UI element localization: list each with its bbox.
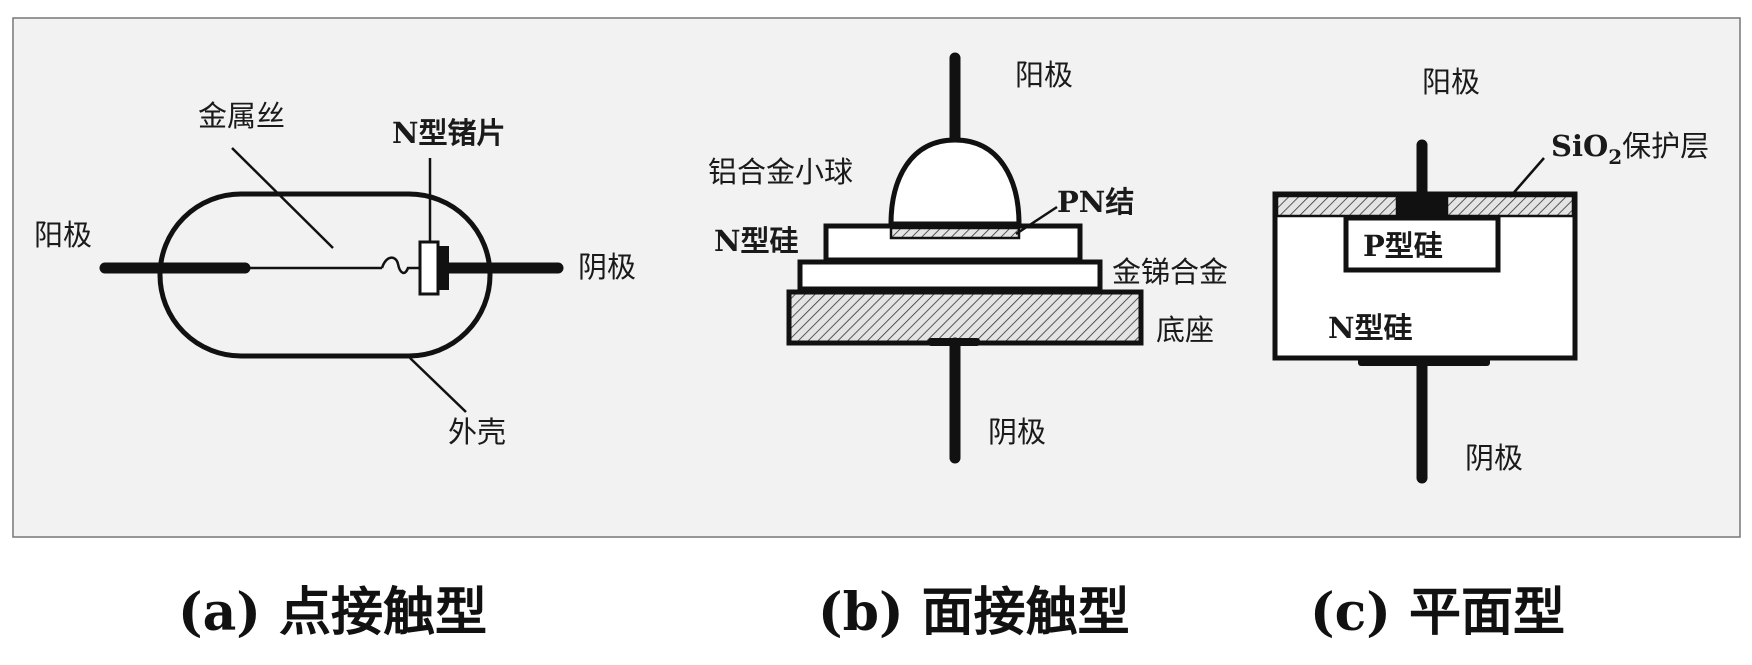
label-cathode-a: 阴极 — [578, 250, 636, 284]
label-al-ball: 铝合金小球 — [708, 155, 853, 189]
label-anode-b: 阳极 — [1015, 58, 1073, 92]
label-cathode-c: 阴极 — [1465, 441, 1523, 475]
label-cathode-b: 阴极 — [988, 415, 1046, 449]
label-sio2-rest: 保护层 — [1622, 129, 1709, 163]
caption-a: (a) 点接触型 — [178, 582, 487, 643]
label-p-silicon: P型硅 — [1363, 229, 1443, 263]
label-n-silicon-c: N型硅 — [1328, 311, 1413, 345]
label-germanium-text: N型锗片 — [392, 116, 506, 150]
label-wire: 金属丝 — [198, 99, 285, 133]
label-pn-junction: PN结 — [1057, 185, 1134, 219]
diode-structure-figure: 阳极 金属丝 N型锗片 阴极 外壳 (a) 点接触型 阳极 铝合金小球 PN结 … — [12, 17, 1741, 643]
gold-antimony-layer — [797, 259, 1103, 292]
base-layer — [786, 289, 1144, 346]
label-base: 底座 — [1156, 313, 1214, 347]
label-germanium: N型锗片 — [392, 116, 506, 150]
label-shell: 外壳 — [448, 415, 506, 449]
germanium-chip — [418, 240, 440, 296]
sio2-layer-left — [1275, 194, 1399, 218]
label-anode-a: 阳极 — [34, 218, 92, 252]
pn-junction-overlay — [889, 226, 1021, 240]
caption-c: (c) 平面型 — [1310, 582, 1565, 643]
label-alloy: 金锑合金 — [1112, 255, 1228, 289]
sio2-layer-right — [1445, 194, 1575, 218]
label-sio2-main: SiO — [1551, 129, 1608, 163]
label-n-silicon-b: N型硅 — [714, 224, 799, 258]
caption-b: (b) 面接触型 — [818, 582, 1130, 643]
label-sio2-sub: 2 — [1608, 145, 1622, 169]
label-anode-c: 阳极 — [1422, 65, 1480, 99]
